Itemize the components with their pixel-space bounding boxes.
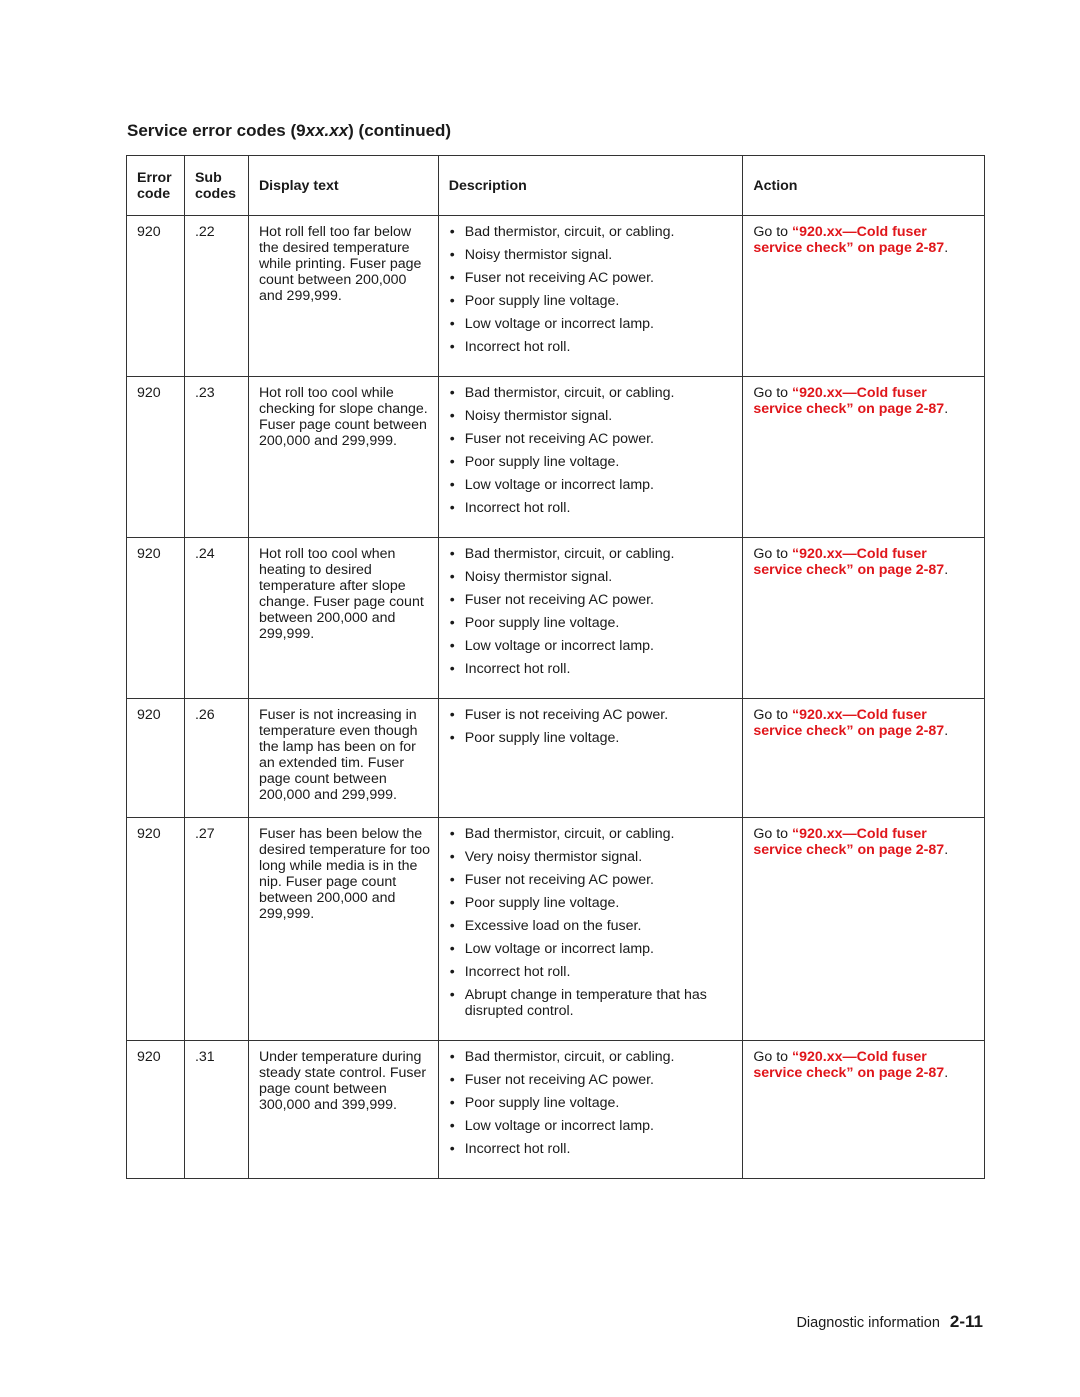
- description-item: Fuser not receiving AC power.: [449, 270, 737, 286]
- description-item: Incorrect hot roll.: [449, 500, 737, 516]
- action-suffix: .: [944, 562, 949, 578]
- description-cell: Bad thermistor, circuit, or cabling. Nois…: [437, 215, 744, 377]
- action-suffix: .: [944, 401, 949, 417]
- header-action: Action: [742, 155, 985, 216]
- action-suffix: .: [944, 723, 949, 739]
- error-code-cell: 920: [126, 698, 185, 818]
- display-text-cell: Hot roll too cool while checking for slo…: [247, 376, 439, 538]
- error-code-cell: 920: [126, 215, 185, 377]
- sub-code-cell: .24: [183, 537, 249, 699]
- description-item: Noisy thermistor signal.: [449, 247, 737, 263]
- description-item: Incorrect hot roll.: [449, 339, 737, 355]
- action-prefix: Go to: [753, 224, 792, 240]
- description-item: Poor supply line voltage.: [449, 1095, 737, 1111]
- description-item: Fuser not receiving AC power.: [449, 431, 737, 447]
- description-item: Abrupt change in temperature that has di…: [449, 987, 737, 1019]
- description-cell: Bad thermistor, circuit, or cabling. Nois…: [437, 537, 744, 699]
- description-item: Bad thermistor, circuit, or cabling.: [449, 826, 737, 842]
- sub-code-cell: .27: [183, 817, 249, 1041]
- display-text-cell: Under temperature during steady state co…: [247, 1040, 439, 1179]
- action-cell: Go to “920.xx—Cold fuser service check” …: [742, 376, 985, 538]
- display-text-cell: Hot roll too cool when heating to desire…: [247, 537, 439, 699]
- description-item: Poor supply line voltage.: [449, 895, 737, 911]
- description-item: Poor supply line voltage.: [449, 293, 737, 309]
- description-item: Low voltage or incorrect lamp.: [449, 1118, 737, 1134]
- action-prefix: Go to: [753, 707, 792, 723]
- header-description: Description: [437, 155, 744, 216]
- action-cell: Go to “920.xx—Cold fuser service check” …: [742, 698, 985, 818]
- table-row: 920.26 Fuser is not increasing in tempera…: [126, 698, 985, 818]
- display-text-cell: Fuser has been below the desired tempera…: [247, 817, 439, 1041]
- sub-code-cell: .22: [183, 215, 249, 377]
- action-prefix: Go to: [753, 1049, 792, 1065]
- description-item: Low voltage or incorrect lamp.: [449, 477, 737, 493]
- table-header-row: Error code Sub codes Display text Descri…: [126, 155, 985, 216]
- description-item: Poor supply line voltage.: [449, 730, 737, 746]
- header-display-text: Display text: [247, 155, 439, 216]
- description-cell: Fuser is not receiving AC power. Poor sup…: [437, 698, 744, 818]
- error-code-cell: 920: [126, 817, 185, 1041]
- page-footer: Diagnostic information 2-11: [796, 1312, 983, 1332]
- description-list: Bad thermistor, circuit, or cabling. Very…: [449, 826, 737, 1019]
- description-item: Fuser not receiving AC power.: [449, 1072, 737, 1088]
- sub-code-cell: .23: [183, 376, 249, 538]
- table-row: 920.27 Fuser has been below the desired t…: [126, 817, 985, 1041]
- action-prefix: Go to: [753, 385, 792, 401]
- action-suffix: .: [944, 240, 949, 256]
- description-list: Bad thermistor, circuit, or cabling. Nois…: [449, 224, 737, 355]
- sub-code-cell: .31: [183, 1040, 249, 1179]
- description-item: Excessive load on the fuser.: [449, 918, 737, 934]
- action-suffix: .: [944, 1065, 949, 1081]
- error-code-cell: 920: [126, 1040, 185, 1179]
- description-item: Low voltage or incorrect lamp.: [449, 316, 737, 332]
- description-list: Fuser is not receiving AC power. Poor sup…: [449, 707, 737, 746]
- table-row: 920.31 Under temperature during steady st…: [126, 1040, 985, 1179]
- description-item: Low voltage or incorrect lamp.: [449, 941, 737, 957]
- description-cell: Bad thermistor, circuit, or cabling. Nois…: [437, 376, 744, 538]
- description-item: Poor supply line voltage.: [449, 615, 737, 631]
- description-item: Incorrect hot roll.: [449, 661, 737, 677]
- table-row: 920.22 Hot roll fell too far below the de…: [126, 215, 985, 377]
- action-cell: Go to “920.xx—Cold fuser service check” …: [742, 817, 985, 1041]
- description-item: Bad thermistor, circuit, or cabling.: [449, 546, 737, 562]
- footer-section: Diagnostic information: [796, 1315, 940, 1331]
- description-item: Bad thermistor, circuit, or cabling.: [449, 1049, 737, 1065]
- action-suffix: .: [944, 842, 949, 858]
- sub-code-cell: .26: [183, 698, 249, 818]
- error-code-cell: 920: [126, 376, 185, 538]
- description-cell: Bad thermistor, circuit, or cabling. Fuse…: [437, 1040, 744, 1179]
- display-text-cell: Fuser is not increasing in temperature e…: [247, 698, 439, 818]
- description-cell: Bad thermistor, circuit, or cabling. Very…: [437, 817, 744, 1041]
- description-list: Bad thermistor, circuit, or cabling. Nois…: [449, 546, 737, 677]
- description-item: Low voltage or incorrect lamp.: [449, 638, 737, 654]
- description-item: Poor supply line voltage.: [449, 454, 737, 470]
- description-item: Bad thermistor, circuit, or cabling.: [449, 224, 737, 240]
- action-prefix: Go to: [753, 826, 792, 842]
- action-prefix: Go to: [753, 546, 792, 562]
- table-row: 920.24 Hot roll too cool when heating to …: [126, 537, 985, 699]
- description-item: Fuser not receiving AC power.: [449, 872, 737, 888]
- description-item: Incorrect hot roll.: [449, 964, 737, 980]
- page-title: Service error codes (9xx.xx) (continued): [127, 121, 452, 140]
- table-row: 920.23 Hot roll too cool while checking f…: [126, 376, 985, 538]
- action-cell: Go to “920.xx—Cold fuser service check” …: [742, 537, 985, 699]
- description-item: Fuser not receiving AC power.: [449, 592, 737, 608]
- header-sub-codes: Sub codes: [183, 155, 249, 216]
- header-error-code: Error code: [126, 155, 185, 216]
- description-list: Bad thermistor, circuit, or cabling. Nois…: [449, 385, 737, 516]
- description-item: Noisy thermistor signal.: [449, 569, 737, 585]
- description-item: Bad thermistor, circuit, or cabling.: [449, 385, 737, 401]
- action-cell: Go to “920.xx—Cold fuser service check” …: [742, 1040, 985, 1179]
- description-list: Bad thermistor, circuit, or cabling. Fuse…: [449, 1049, 737, 1157]
- error-codes-table: Error code Sub codes Display text Descri…: [126, 155, 985, 1179]
- description-item: Fuser is not receiving AC power.: [449, 707, 737, 723]
- description-item: Noisy thermistor signal.: [449, 408, 737, 424]
- page-number: 2-11: [949, 1312, 983, 1331]
- action-cell: Go to “920.xx—Cold fuser service check” …: [742, 215, 985, 377]
- description-item: Very noisy thermistor signal.: [449, 849, 737, 865]
- description-item: Incorrect hot roll.: [449, 1141, 737, 1157]
- error-code-cell: 920: [126, 537, 185, 699]
- display-text-cell: Hot roll fell too far below the desired …: [247, 215, 439, 377]
